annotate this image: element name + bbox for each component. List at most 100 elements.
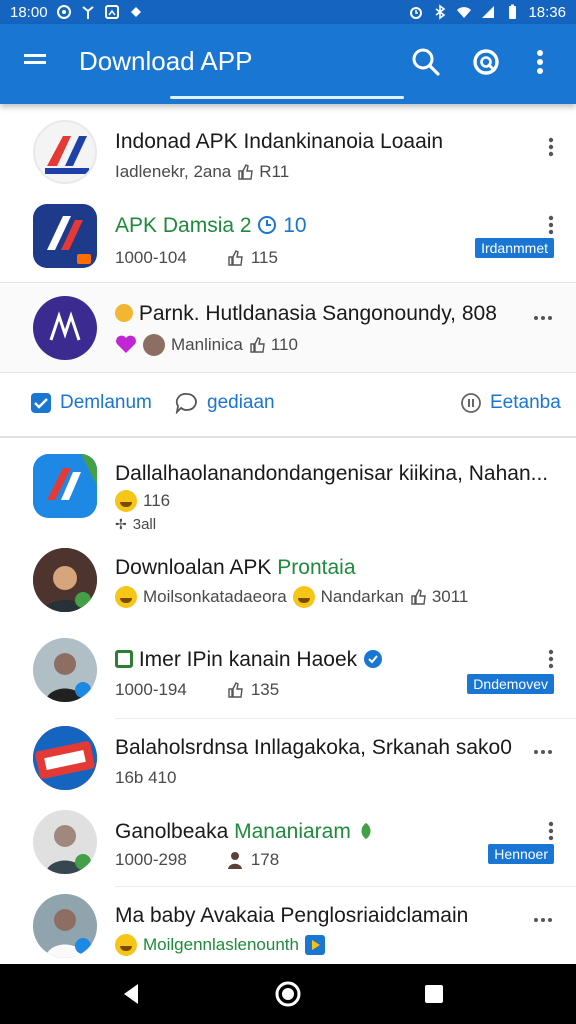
list-item-meta: 116 (115, 490, 170, 512)
profile-photo-icon (33, 894, 97, 958)
overflow-menu-icon[interactable] (530, 46, 550, 78)
more-horiz-icon[interactable] (532, 748, 554, 756)
list-item[interactable]: Ganolbeaka Mananiaram 1000-298 178 Henno… (0, 806, 576, 890)
list-item[interactable]: Imer IPin kanain Haoek 1000-194 135 Dnde… (0, 634, 576, 718)
action-left[interactable]: Demlanum (30, 392, 152, 414)
list-item-meta: Iadlenekr, 2ana R11 (115, 162, 289, 182)
list-item[interactable]: Ma baby Avakaia Penglosriaidclamain Moil… (0, 890, 576, 964)
user-avatar (33, 638, 97, 702)
user-avatar (33, 894, 97, 958)
install-badge[interactable]: Hennoer (488, 844, 554, 864)
list-item-sub2: 135 (250, 680, 280, 699)
list-item-sub2: 3all (132, 516, 157, 533)
location-icon (56, 5, 71, 19)
user-avatar (33, 810, 97, 874)
app-logo-avatar (33, 296, 97, 360)
home-icon[interactable] (274, 980, 302, 1008)
wifi-icon (457, 7, 472, 18)
emoji-icon (115, 934, 137, 956)
list-item-meta: 1000-298 178 (115, 850, 279, 870)
more-vert-icon[interactable] (544, 648, 558, 670)
bluetooth-icon (435, 4, 446, 20)
divider (115, 886, 576, 887)
list-item-sub1: Iadlenekr, 2ana (115, 162, 232, 181)
action-right-label: Eetanba (490, 392, 561, 413)
menu-icon[interactable] (22, 50, 50, 74)
list-item-title: Balaholsrdnsa Inllagakoka, Srkanah sako0 (115, 736, 512, 759)
list-item[interactable]: Indonad APK Indankinanoia Loaain Iadlene… (0, 116, 576, 192)
emoji-icon (115, 490, 137, 512)
plus-icon: ✢ (115, 516, 127, 532)
pause-circle-icon (461, 393, 481, 413)
divider (115, 718, 576, 719)
search-icon[interactable] (410, 46, 442, 78)
more-horiz-icon[interactable] (532, 314, 554, 322)
action-left-label: Demlanum (60, 392, 152, 413)
list-item-title: Ma baby Avakaia Penglosriaidclamain (115, 904, 469, 927)
title-text: Ganolbeaka (115, 820, 229, 843)
list-item-sub2: Nandarkan (320, 587, 404, 606)
list-item-meta: 1000-104 115 (115, 248, 278, 268)
sticker-icon (115, 304, 133, 322)
system-nav-bar (0, 964, 576, 1024)
heart-icon (116, 335, 136, 353)
action-right[interactable]: Eetanba (460, 392, 561, 414)
list-item-sub2: 178 (250, 850, 280, 869)
app-logo-icon (49, 311, 81, 341)
list-item[interactable]: Dallalhaolanandondangenisar kiikina, Nah… (0, 444, 576, 536)
image-notification-icon (104, 5, 119, 19)
action-middle[interactable]: gediaan (175, 392, 275, 414)
list-item[interactable]: Parnk. Hutldanasia Sangonoundy, 808 Manl… (0, 284, 576, 372)
title-extra: 10 (283, 214, 307, 237)
scan-search-icon[interactable] (470, 46, 502, 78)
list-item[interactable]: Downloalan APK Prontaia Moilsonkatadaeor… (0, 544, 576, 628)
status-bar: 18:00 18:36 (0, 0, 576, 24)
tab-indicator (170, 96, 404, 99)
back-icon[interactable] (118, 980, 146, 1008)
more-vert-icon[interactable] (544, 820, 558, 842)
app-logo-avatar (33, 120, 97, 184)
thumb-icon (250, 337, 265, 353)
thumb-icon (228, 682, 243, 698)
profile-photo-icon (33, 638, 97, 702)
list-item-sub2: R11 (259, 162, 290, 181)
list-item[interactable]: APK Damsia 2 10 1000-104 115 Irdanmmet (0, 196, 576, 282)
divider (0, 282, 576, 283)
verified-icon (363, 650, 382, 668)
list-item-sub1: 1000-104 (115, 248, 187, 267)
list-item-title: Downloalan APK Prontaia (115, 556, 356, 580)
list-item-meta: Moilgennlaslenounth (115, 934, 325, 956)
more-vert-icon[interactable] (544, 214, 558, 236)
thumb-icon (228, 250, 243, 266)
app-logo-icon (33, 726, 97, 790)
battery-icon (509, 4, 517, 19)
list-item-sub2: 110 (270, 335, 298, 354)
comment-icon (175, 393, 197, 414)
list-item-title: APK Damsia 2 10 (115, 214, 307, 238)
green-box-icon (115, 650, 133, 668)
antenna-icon (81, 6, 94, 19)
more-horiz-icon[interactable] (532, 916, 554, 924)
list-item-title: Imer IPin kanain Haoek (115, 648, 383, 672)
status-time-right: 18:36 (528, 3, 566, 21)
thumb-icon (411, 589, 426, 605)
list-item[interactable]: Balaholsrdnsa Inllagakoka, Srkanah sako0… (0, 722, 576, 806)
title-text: Downloalan APK (115, 556, 272, 579)
check-box-icon (31, 393, 51, 413)
app-logo-avatar (33, 454, 97, 518)
more-vert-icon[interactable] (544, 136, 558, 158)
list-item-sub1: 16b 410 (115, 768, 177, 787)
user-avatar (33, 548, 97, 612)
list-item-meta: 1000-194 135 (115, 680, 279, 700)
install-badge[interactable]: Irdanmmet (475, 238, 554, 258)
list-item-title: Ganolbeaka Mananiaram (115, 820, 375, 844)
signal-icon (482, 6, 495, 18)
list-item-meta: Manlinica 110 (115, 334, 298, 356)
app-bar: Download APP (0, 24, 576, 104)
list-item-sub1: 1000-194 (115, 680, 187, 699)
install-badge[interactable]: Dndemovev (467, 674, 554, 694)
app-logo-icon (47, 216, 91, 264)
leaf-icon (361, 823, 371, 839)
recents-icon[interactable] (420, 980, 448, 1008)
thumb-icon (238, 164, 254, 180)
